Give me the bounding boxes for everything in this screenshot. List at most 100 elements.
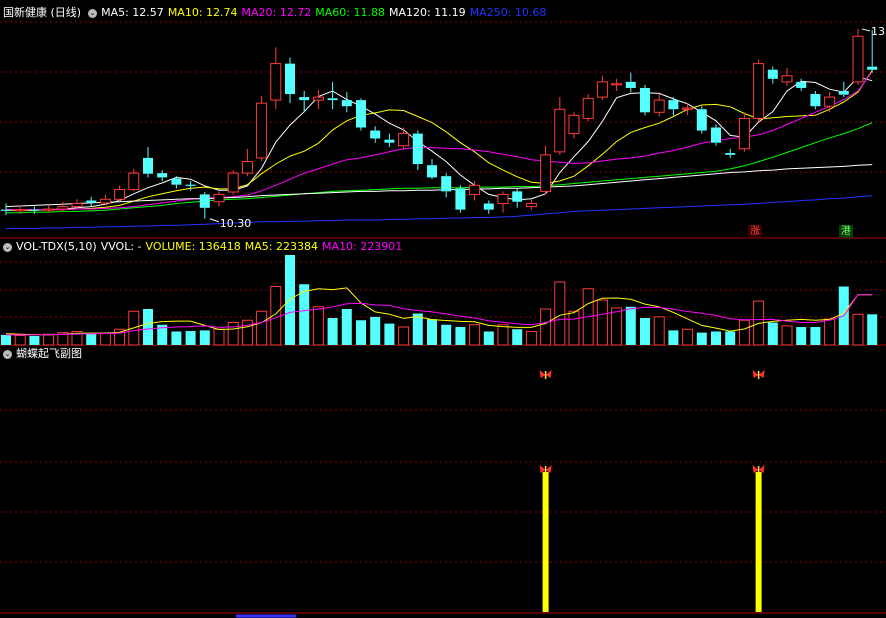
candle-body <box>796 81 807 88</box>
volume-bar <box>625 306 636 345</box>
candle-body <box>185 184 196 186</box>
volume-bar <box>867 314 878 345</box>
volume-bar <box>554 281 566 346</box>
volume-bar <box>668 330 679 345</box>
volume-bar <box>455 327 466 345</box>
volume-bar <box>568 310 580 346</box>
candle-body <box>668 100 679 110</box>
candle-body <box>596 81 608 98</box>
candle-body <box>114 189 126 200</box>
candle-body <box>256 102 268 159</box>
candle-body <box>213 193 225 203</box>
badge-up[interactable]: 涨 <box>748 225 762 238</box>
volume-bar <box>171 331 182 345</box>
candle-body <box>327 98 338 101</box>
candle-body <box>285 63 295 95</box>
volume-bar <box>256 310 268 346</box>
volume-bar <box>43 333 55 346</box>
candle-body <box>171 178 182 185</box>
volume-bar <box>185 331 196 345</box>
candle-body <box>143 157 153 174</box>
volume-bar <box>412 313 423 345</box>
volume-bar <box>14 335 26 346</box>
volume-bar <box>483 331 494 345</box>
candle-body <box>312 96 324 101</box>
candle-body <box>640 87 650 113</box>
volume-bar <box>86 333 97 345</box>
volume-bar <box>525 331 537 346</box>
low-label: 10.30 <box>220 217 252 230</box>
signal-bar <box>542 472 549 612</box>
butterfly-wing <box>545 370 552 378</box>
volume-bar <box>596 299 608 346</box>
candle-body <box>525 203 537 208</box>
candle-body <box>14 209 26 212</box>
candle-body <box>427 165 437 178</box>
candle-body <box>441 176 452 192</box>
candle-body <box>582 97 594 119</box>
volume-bar <box>852 313 864 346</box>
candle-body <box>682 107 694 110</box>
volume-bar <box>611 307 623 346</box>
volume-bar <box>682 328 694 346</box>
candle-body <box>711 127 721 143</box>
volume-bar <box>711 331 721 345</box>
candle-body <box>781 75 793 83</box>
candle-body <box>99 198 111 204</box>
volume-bar <box>370 316 381 345</box>
high-pointer <box>861 28 871 32</box>
candle-body <box>398 133 410 147</box>
butterfly-wing <box>758 370 765 378</box>
candle-body <box>157 173 168 178</box>
candle-body <box>1 209 11 211</box>
candle-body <box>370 130 381 139</box>
volume-bar <box>640 318 650 345</box>
butterfly-wing <box>539 370 546 378</box>
candle-body <box>568 114 580 135</box>
candle-body <box>554 108 566 153</box>
volume-bar <box>767 322 778 345</box>
candle-body <box>867 66 878 70</box>
butterfly-wing <box>758 465 765 473</box>
volume-bar <box>512 329 523 345</box>
volume-bar <box>356 320 366 345</box>
volume-bar <box>540 308 552 346</box>
candle-body <box>270 63 282 101</box>
volume-bar <box>469 324 481 346</box>
candle-body <box>227 172 239 193</box>
badge-hk[interactable]: 港 <box>839 225 853 238</box>
volume-bar <box>199 330 210 345</box>
candle-body <box>128 172 140 191</box>
volume-bar <box>285 255 295 345</box>
candle-body <box>341 100 352 107</box>
volume-bar <box>213 328 225 346</box>
candle-body <box>384 139 395 143</box>
volume-bar <box>99 332 111 346</box>
high-label: 13 <box>871 25 885 38</box>
volume-bar <box>653 316 665 346</box>
candle-body <box>199 194 210 208</box>
volume-bar <box>327 318 338 345</box>
candle-body <box>611 83 623 86</box>
volume-bar <box>241 319 253 346</box>
volume-bar <box>398 326 410 346</box>
candle-body <box>824 96 836 107</box>
volume-bar <box>781 325 793 346</box>
candle-body <box>241 161 253 174</box>
candle-body <box>738 117 750 150</box>
volume-bar <box>497 324 509 346</box>
chart-canvas[interactable]: 10.30 13 <box>0 0 886 618</box>
volume-bar <box>341 309 352 345</box>
candle-body <box>57 206 69 210</box>
volume-bar <box>227 322 239 346</box>
candle-body <box>653 99 665 113</box>
volume-bar <box>29 336 40 345</box>
candle-body <box>725 153 736 155</box>
volume-bar <box>796 327 807 345</box>
candle-body <box>469 184 481 195</box>
candle-body <box>497 193 509 205</box>
candle-body <box>412 133 423 164</box>
volume-bar <box>312 306 324 346</box>
butterfly-wing <box>752 370 759 378</box>
candle-body <box>696 109 707 131</box>
